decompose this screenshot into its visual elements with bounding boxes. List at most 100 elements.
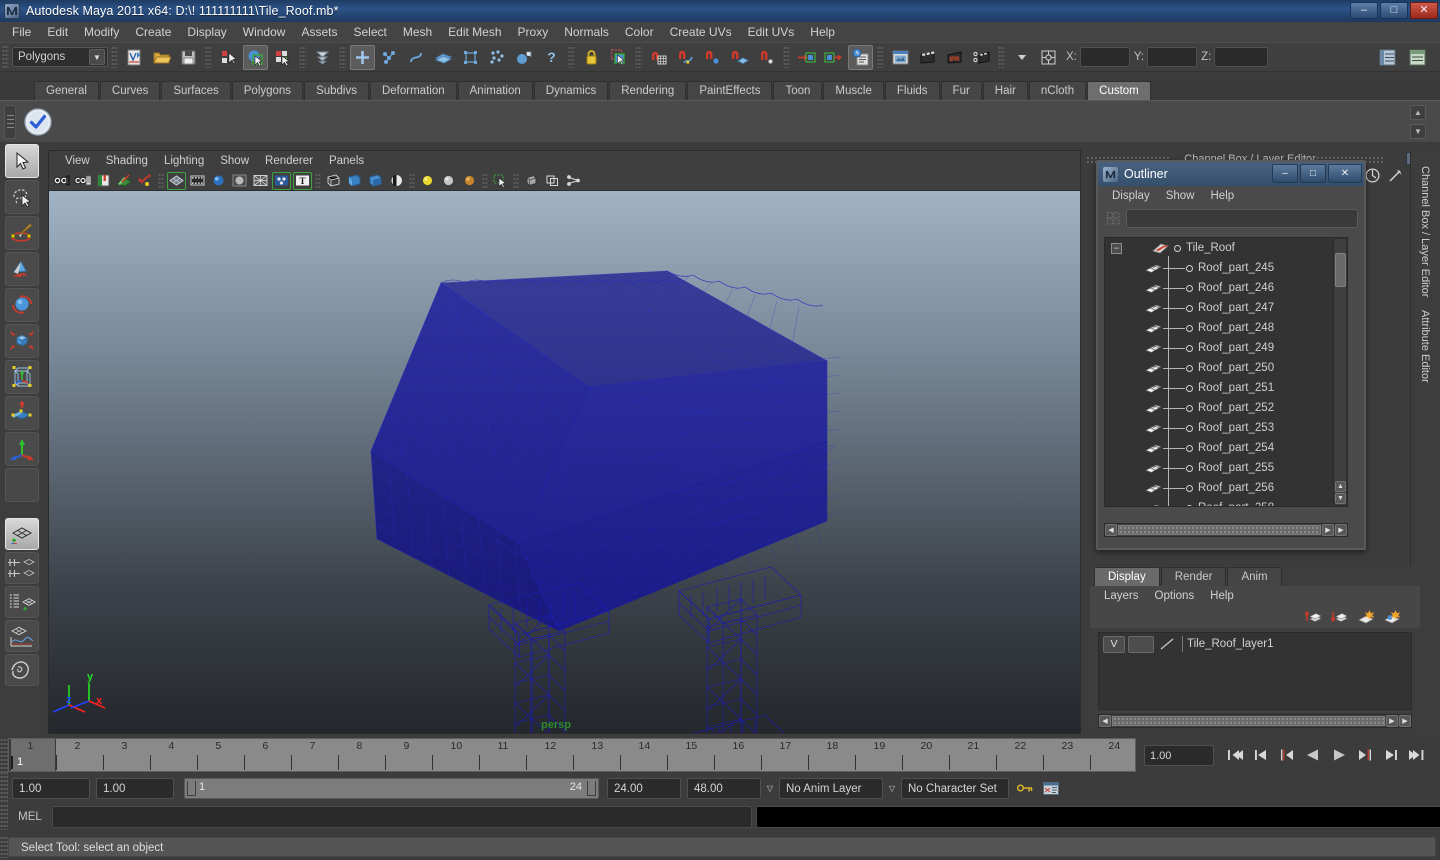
outliner-item-row[interactable]: Roof_part_248: [1105, 318, 1347, 338]
save-scene-icon[interactable]: [176, 45, 201, 70]
show-manipulator-tool-button[interactable]: [5, 432, 39, 466]
play-backwards-button[interactable]: [1301, 744, 1325, 766]
outliner-tree[interactable]: − Tile_Roof Roof_part_245 Roof_part_246 Ro…: [1104, 237, 1348, 507]
layer-color-swatch-icon[interactable]: [1157, 636, 1179, 653]
exposure-icon[interactable]: [564, 172, 583, 190]
snap-to-view-plane-icon[interactable]: [754, 45, 779, 70]
outliner-expand-toggle[interactable]: −: [1111, 242, 1122, 254]
layer-editor-horizontal-scrollbar[interactable]: ◀ ▶ ▶: [1098, 714, 1412, 728]
menu-edit-mesh[interactable]: Edit Mesh: [440, 23, 509, 41]
outliner-item-row[interactable]: Roof_part_251: [1105, 378, 1347, 398]
outliner-item-row[interactable]: Roof_part_256: [1105, 478, 1347, 498]
soft-modification-tool-button[interactable]: [5, 396, 39, 430]
menu-color[interactable]: Color: [617, 23, 662, 41]
xray-icon[interactable]: [522, 172, 541, 190]
shelf-tab-deformation[interactable]: Deformation: [369, 81, 457, 100]
shelf-tab-polygons[interactable]: Polygons: [231, 81, 304, 100]
maximize-button[interactable]: □: [1380, 2, 1408, 19]
menu-create[interactable]: Create: [127, 23, 179, 41]
anim-layer-select[interactable]: No Anim Layer: [779, 777, 883, 799]
layer-menu-layers[interactable]: Layers: [1096, 588, 1147, 604]
range-slider-right-handle[interactable]: [587, 780, 596, 796]
smooth-shade-selected-icon[interactable]: [366, 172, 385, 190]
menu-create-uvs[interactable]: Create UVs: [662, 23, 740, 41]
outliner-item-row[interactable]: Roof_part_258: [1105, 498, 1347, 506]
shelf-tab-surfaces[interactable]: Surfaces: [161, 81, 231, 100]
shelf-tab-animation[interactable]: Animation: [457, 81, 533, 100]
menu-file[interactable]: File: [4, 23, 39, 41]
layer-row[interactable]: V Tile_Roof_layer1: [1099, 633, 1411, 655]
select-mask-rendering-icon[interactable]: [512, 45, 537, 70]
smooth-shade-all-icon[interactable]: [345, 172, 364, 190]
attribute-editor-icon[interactable]: [1386, 166, 1404, 184]
outliner-scroll-up-button[interactable]: ▲: [1335, 481, 1346, 492]
step-back-key-button[interactable]: [1275, 744, 1299, 766]
image-plane-icon[interactable]: [115, 172, 134, 190]
layer-scroll-right-button[interactable]: ▶: [1386, 715, 1398, 727]
outliner-menu-help[interactable]: Help: [1203, 188, 1243, 204]
field-chart-icon[interactable]: [251, 172, 270, 190]
persp-graph-layout-button[interactable]: [5, 620, 39, 652]
outliner-scroll-right-end-button[interactable]: ▶: [1335, 524, 1347, 536]
move-layer-up-icon[interactable]: [1304, 608, 1324, 626]
viewport-menu-shading[interactable]: Shading: [98, 153, 156, 169]
viewport-menu-show[interactable]: Show: [212, 153, 257, 169]
shelf-scroll-down-button[interactable]: ▼: [1410, 124, 1426, 139]
blue-checkmark-circle-icon[interactable]: [22, 106, 54, 138]
layer-menu-help[interactable]: Help: [1202, 588, 1242, 604]
range-end-time-field[interactable]: 24.00: [607, 777, 681, 799]
four-view-layout-button[interactable]: [5, 552, 39, 584]
snap-to-point-icon[interactable]: [700, 45, 725, 70]
select-by-object-icon[interactable]: [243, 44, 268, 70]
coord-field-y[interactable]: [1147, 47, 1198, 67]
shelf-tab-fur[interactable]: Fur: [940, 81, 982, 100]
tab-anim[interactable]: Anim: [1227, 567, 1282, 586]
lock-icon[interactable]: [579, 45, 604, 70]
render-view-icon[interactable]: [888, 45, 913, 70]
animation-end-time-field[interactable]: 48.00: [687, 777, 761, 799]
help-line-gripper[interactable]: [0, 836, 8, 858]
grid-toggle-icon[interactable]: [167, 171, 186, 190]
outliner-horizontal-scrollbar[interactable]: ◀ ▶ ▶: [1104, 523, 1348, 537]
playback-speed-dropdown-icon[interactable]: ▽: [761, 777, 779, 799]
range-slider-gripper[interactable]: [0, 771, 8, 805]
menu-select[interactable]: Select: [345, 23, 394, 41]
construction-history-toggle-icon[interactable]: [848, 44, 873, 70]
outliner-item-row[interactable]: Roof_part_254: [1105, 438, 1347, 458]
outliner-search-input[interactable]: [1126, 208, 1358, 228]
shelf-tab-dynamics[interactable]: Dynamics: [533, 81, 609, 100]
shelf-scroll-up-button[interactable]: ▲: [1410, 105, 1426, 120]
shelf-tab-toon[interactable]: Toon: [773, 81, 823, 100]
select-mask-icon[interactable]: [310, 45, 335, 70]
universal-manipulator-tool-button[interactable]: [5, 360, 39, 394]
outliner-menu-show[interactable]: Show: [1158, 188, 1203, 204]
flat-shade-icon[interactable]: [387, 172, 406, 190]
outliner-maximize-button[interactable]: □: [1300, 164, 1326, 183]
shelf-tab-rendering[interactable]: Rendering: [609, 81, 687, 100]
animation-start-time-field[interactable]: 1.00: [12, 777, 90, 799]
select-mask-surfaces-icon[interactable]: [431, 45, 456, 70]
outliner-item-row[interactable]: Roof_part_252: [1105, 398, 1347, 418]
outliner-menu-display[interactable]: Display: [1104, 188, 1158, 204]
range-start-time-field[interactable]: 1.00: [96, 777, 174, 799]
go-to-end-button[interactable]: [1405, 744, 1429, 766]
shelf-tab-general[interactable]: General: [34, 81, 99, 100]
safe-action-icon[interactable]: [272, 171, 291, 190]
step-forward-frame-button[interactable]: [1379, 744, 1403, 766]
gate-mask-icon[interactable]: [230, 172, 249, 190]
paint-select-tool-button[interactable]: [5, 216, 39, 250]
hypershade-persp-layout-button[interactable]: [5, 654, 39, 686]
shelf-tab-subdivs[interactable]: Subdivs: [304, 81, 369, 100]
select-camera-icon[interactable]: [52, 172, 71, 190]
camera-attributes-icon[interactable]: [73, 172, 92, 190]
show-channel-box-icon[interactable]: [1375, 45, 1400, 70]
isolate-select-icon[interactable]: [491, 172, 510, 190]
two-d-pan-zoom-icon[interactable]: [136, 172, 155, 190]
step-back-frame-button[interactable]: [1249, 744, 1273, 766]
select-mask-handles-icon[interactable]: [377, 45, 402, 70]
use-default-light-icon[interactable]: [418, 172, 437, 190]
shelf-tab-ncloth[interactable]: nCloth: [1028, 81, 1087, 100]
outliner-hscroll-thumb[interactable]: [1118, 525, 1321, 535]
film-gate-icon[interactable]: [188, 172, 207, 190]
resolution-gate-icon[interactable]: [209, 172, 228, 190]
